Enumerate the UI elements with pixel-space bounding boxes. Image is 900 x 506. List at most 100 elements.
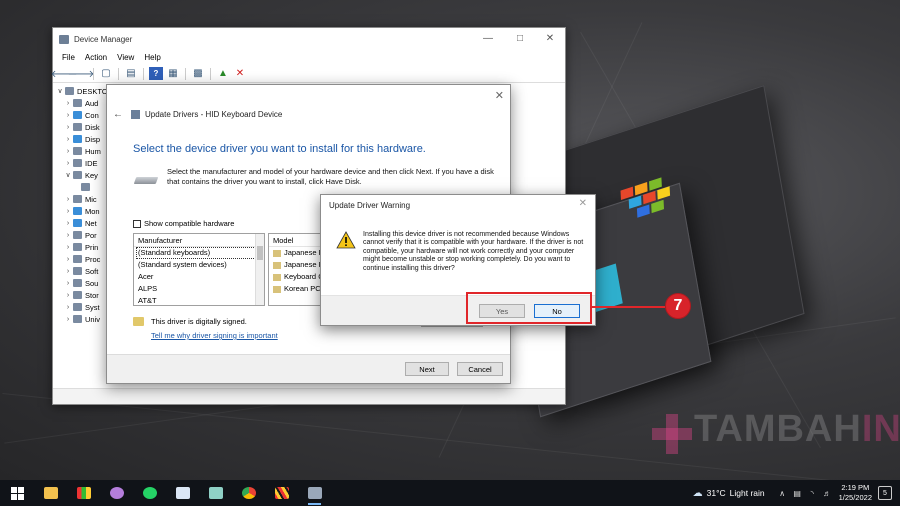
audio-icon [73,99,82,107]
back-arrow-icon[interactable]: ← [113,109,123,120]
cloud-rain-icon: ☁ [692,487,703,499]
manufacturer-list[interactable]: Manufacturer (Standard keyboards) (Stand… [133,233,265,306]
driver-signing-link[interactable]: Tell me why driver signing is important [151,331,278,340]
calendar-icon [175,487,190,499]
uninstall-icon[interactable]: ✕ [233,67,247,80]
weather-text: Light rain [729,488,765,498]
system-icon [73,303,82,311]
signed-text: This driver is digitally signed. [151,317,247,326]
device-manager-taskbar-item[interactable] [298,480,331,506]
close-icon[interactable]: ✕ [579,198,587,209]
maximize-button[interactable]: □ [505,30,535,48]
notification-center-icon[interactable]: 5 [878,486,892,500]
app-icon [274,487,289,499]
app-taskbar-item[interactable] [166,480,199,506]
time: 2:19 PM [841,483,870,492]
list-item[interactable]: Japanese P [269,259,322,271]
software-icon [73,267,82,275]
minimize-button[interactable]: — [473,30,503,48]
chevron-up-icon[interactable]: ∧ [776,489,789,498]
warning-message: Installing this device driver is not rec… [363,231,584,272]
forward-arrow-icon[interactable]: 🡒 [68,67,95,80]
date: 1/25/2022 [838,493,872,502]
weather-widget[interactable]: ☁ 31°C Light rain [693,488,765,499]
scrollbar-thumb[interactable] [257,246,263,260]
computer-icon[interactable]: ▢ [99,67,113,80]
taskbar: ☁ 31°C Light rain ∧ ▤ ◝ ♬ 2:19 PM 1/25/2… [0,480,900,506]
keyboard-icon [81,183,90,191]
printer-icon [73,243,82,251]
processor-icon [73,255,82,263]
app-taskbar-item[interactable] [67,480,100,506]
next-button[interactable]: Next [405,362,449,376]
ide-icon [73,159,82,167]
windows-icon [10,486,24,500]
list-item[interactable]: (Standard keyboards) [136,247,262,259]
storage-icon [73,291,82,299]
clock[interactable]: 2:19 PM 1/25/2022 [839,483,872,503]
app-taskbar-item[interactable] [100,480,133,506]
wifi-icon[interactable]: ◝ [806,489,819,498]
properties-icon[interactable]: ▤ [124,67,138,80]
cancel-button[interactable]: Cancel [457,362,503,376]
start-button[interactable] [0,480,34,506]
list-item[interactable]: Japanese P [269,247,322,259]
driver-icon [273,285,281,293]
chrome-icon [241,487,256,499]
menu-file[interactable]: File [57,53,80,62]
driver-icon [273,273,281,281]
driver-icon [273,249,281,257]
app-taskbar-item[interactable] [199,480,232,506]
chrome-app[interactable] [232,480,265,506]
list-item[interactable]: AT&T [134,295,264,305]
signed-status: This driver is digitally signed. [133,317,247,326]
checkbox-label: Show compatible hardware [144,219,235,228]
help-icon[interactable]: ? [149,67,163,80]
title-bar[interactable]: Device Manager — □ ✕ [53,28,565,50]
folder-icon [43,487,58,499]
model-header: Model [269,234,322,247]
status-bar [53,388,565,404]
dialog-footer: Next Cancel [107,354,510,383]
menu-help[interactable]: Help [139,53,165,62]
model-list[interactable]: Model Japanese P Japanese P Keyboard C K… [268,233,323,306]
volume-icon[interactable]: ♬ [821,489,834,498]
annotation-arrow [592,306,665,308]
app-taskbar-item[interactable] [265,480,298,506]
list-item[interactable]: Acer [134,271,264,283]
view-list-icon[interactable]: ▦ [166,67,180,80]
highlight-box [466,292,592,324]
checkbox-icon[interactable] [133,219,141,228]
menu-view[interactable]: View [112,53,139,62]
list-item[interactable]: Korean PC [269,283,322,295]
port-icon [73,231,82,239]
dialog-title: Update Drivers - HID Keyboard Device [145,110,283,119]
network-icon [73,219,82,227]
menu-bar: File Action View Help [53,50,565,65]
show-compatible-checkbox[interactable]: Show compatible hardware [133,219,234,228]
list-item[interactable]: ALPS [134,283,264,295]
close-button[interactable]: ✕ [535,30,565,48]
computer-icon [73,111,82,119]
mouse-icon [73,195,82,203]
monitor-icon[interactable]: ▩ [191,67,205,80]
certificate-icon [133,317,144,326]
network-icon[interactable]: ▤ [791,489,804,498]
toolbar: 🡐 🡒 ▢ ▤ ? ▦ ▩ ▲ ✕ [51,65,565,83]
dialog-description: Select the manufacturer and model of you… [167,167,494,186]
window-title: Device Manager [74,34,133,44]
list-item[interactable]: (Standard system devices) [134,259,264,271]
add-driver-icon[interactable]: ▲ [216,67,230,80]
warning-icon [336,231,356,249]
keyboard-icon [73,171,82,179]
file-explorer-app[interactable] [34,480,67,506]
menu-action[interactable]: Action [80,53,112,62]
chat-icon [142,487,157,499]
watermark: TAMBAHINFO [694,408,900,450]
list-item[interactable]: Keyboard C [269,271,322,283]
scrollbar[interactable] [255,234,264,305]
close-icon[interactable]: ✕ [495,89,504,102]
notes-icon [208,487,223,499]
whatsapp-app[interactable] [133,480,166,506]
step-badge: 7 [665,293,691,319]
